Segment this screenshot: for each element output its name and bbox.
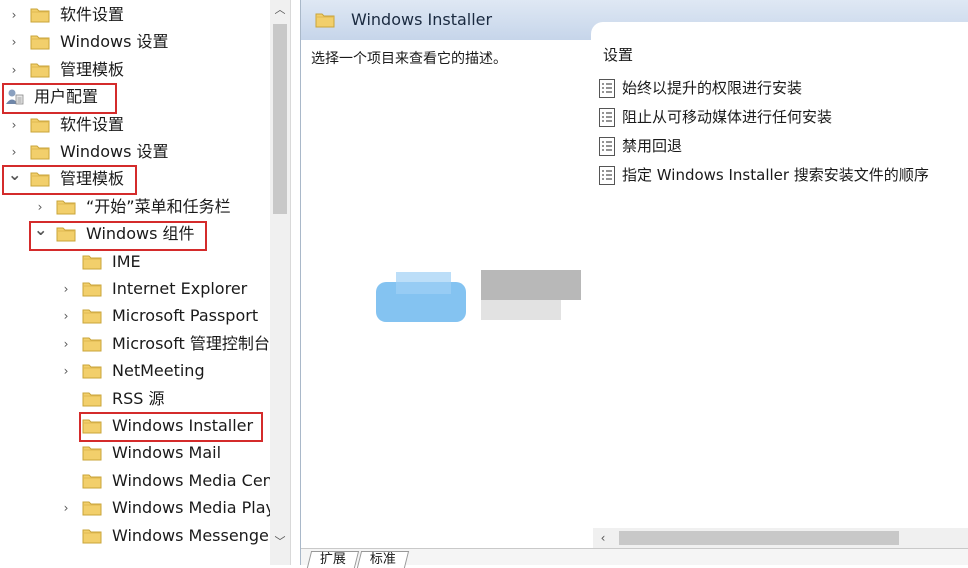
folder-icon: [82, 444, 102, 461]
chevron-right-icon[interactable]: ›: [60, 363, 72, 379]
tree-item-label: 软件设置: [60, 114, 125, 134]
tree-item-label: 软件设置: [60, 5, 125, 24]
policy-setting-icon: [599, 166, 615, 185]
tree-item[interactable]: › Internet Explorer: [0, 276, 270, 303]
tree-item[interactable]: Windows Mail: [0, 440, 270, 467]
setting-item[interactable]: 阻止从可移动媒体进行任何安装: [599, 105, 968, 131]
policy-setting-icon: [599, 108, 615, 127]
folder-icon: [82, 390, 102, 407]
tree-item-label: NetMeeting: [112, 361, 205, 381]
description-text: 选择一个项目来查看它的描述。: [311, 51, 507, 67]
chevron-right-icon[interactable]: ›: [60, 336, 72, 352]
tree-item[interactable]: › 管理模板: [0, 57, 270, 84]
tree-item-label: Microsoft Passport: [112, 306, 259, 326]
folder-icon: [30, 33, 50, 50]
tab-extended[interactable]: 扩展: [306, 551, 360, 568]
tree-item[interactable]: › Microsoft Passport: [0, 303, 270, 330]
tree-item[interactable]: Windows Messenger: [0, 523, 275, 550]
tree-item[interactable]: RSS 源: [0, 386, 270, 413]
tree-item-label: “开始”菜单和任务栏: [86, 196, 231, 216]
settings-horizontal-scrollbar[interactable]: ‹: [593, 528, 968, 548]
tree-item-label: Internet Explorer: [112, 279, 248, 298]
tree-item-label: Windows 设置: [60, 142, 169, 161]
setting-item[interactable]: 始终以提升的权限进行安装: [599, 76, 968, 102]
tree-item[interactable]: › “开始”菜单和任务栏: [0, 194, 270, 221]
folder-icon: [30, 6, 50, 23]
view-tabs: 扩展 标准: [301, 548, 968, 568]
tree-item-label: Windows 设置: [60, 32, 169, 52]
folder-icon: [30, 143, 50, 160]
policy-setting-icon: [599, 79, 615, 98]
highlight-admin-templates: [2, 165, 137, 195]
tree-item[interactable]: › Windows Media Player: [0, 495, 290, 522]
tree-item[interactable]: › Microsoft 管理控制台: [0, 331, 270, 358]
folder-icon: [82, 307, 102, 324]
folder-icon: [30, 61, 50, 78]
tree-item[interactable]: Windows Media Center: [0, 468, 290, 495]
setting-item-label: 指定 Windows Installer 搜索安装文件的顺序: [622, 166, 929, 184]
setting-item-label: 禁用回退: [622, 137, 683, 155]
highlight-windows-installer: [79, 412, 263, 442]
tree-item-label: Microsoft 管理控制台: [112, 333, 270, 353]
chevron-right-icon[interactable]: ›: [8, 62, 20, 78]
chevron-right-icon[interactable]: ›: [60, 308, 72, 324]
navigation-tree: › 软件设置 › Windows 设置 › 管理模板 用户配置 › 软件设置 › Windows 设…: [0, 0, 290, 565]
chevron-right-icon[interactable]: ›: [8, 144, 20, 160]
settings-list: 设置 始终以提升的权限进行安装阻止从可移动媒体进行任何安装 禁用回退指定 Wind…: [593, 38, 968, 528]
chevron-right-icon[interactable]: ›: [34, 199, 46, 215]
folder-icon: [315, 13, 335, 28]
setting-item-label: 始终以提升的权限进行安装: [622, 79, 803, 97]
details-title: Windows Installer: [351, 10, 493, 29]
tree-item-label: Windows Messenger: [112, 525, 276, 545]
settings-column-header[interactable]: 设置: [603, 44, 633, 65]
chevron-right-icon[interactable]: ›: [8, 7, 20, 23]
tree-item-label: 管理模板: [60, 59, 125, 79]
tree-item-label: Windows Media Player: [112, 498, 290, 518]
chevron-right-icon[interactable]: ›: [60, 281, 72, 297]
tree-item-label: RSS 源: [112, 388, 165, 408]
scroll-down-arrow-icon[interactable]: ﹀: [270, 532, 290, 552]
tree-item[interactable]: › Windows 设置: [0, 139, 270, 166]
tree-item[interactable]: › 软件设置: [0, 2, 270, 29]
setting-item[interactable]: 禁用回退: [599, 134, 968, 160]
tree-item[interactable]: › 软件设置: [0, 112, 270, 139]
tab-standard[interactable]: 标准: [356, 551, 410, 568]
folder-icon: [82, 335, 102, 352]
tree-item-label: IME: [112, 251, 141, 271]
tree-scrollbar[interactable]: ︿ ﹀: [270, 0, 290, 565]
chevron-right-icon[interactable]: ›: [8, 34, 20, 50]
folder-icon: [30, 116, 50, 133]
folder-icon: [82, 362, 102, 379]
pane-splitter[interactable]: [290, 0, 300, 565]
tree-item[interactable]: › NetMeeting: [0, 358, 270, 385]
scroll-up-arrow-icon[interactable]: ︿: [270, 0, 290, 20]
scroll-left-arrow-icon[interactable]: ‹: [593, 528, 613, 548]
tree-scroll-thumb[interactable]: [273, 24, 287, 214]
policy-setting-icon: [599, 137, 615, 156]
details-header: Windows Installer: [301, 0, 968, 40]
folder-icon: [82, 253, 102, 270]
highlight-windows-components: [29, 221, 207, 251]
setting-item-label: 阻止从可移动媒体进行任何安装: [622, 108, 833, 126]
folder-icon: [82, 280, 102, 297]
folder-icon: [82, 472, 102, 489]
settings-scroll-thumb[interactable]: [619, 531, 899, 545]
chevron-right-icon[interactable]: ›: [8, 117, 20, 133]
tree-item[interactable]: › Windows 设置: [0, 29, 270, 56]
chevron-right-icon[interactable]: ›: [60, 500, 72, 516]
watermark-logo: [376, 270, 581, 322]
folder-icon: [82, 499, 102, 516]
setting-item[interactable]: 指定 Windows Installer 搜索安装文件的顺序: [599, 163, 968, 189]
folder-icon: [56, 198, 76, 215]
details-pane: Windows Installer 选择一个项目来查看它的描述。 设置 始终以提…: [300, 0, 968, 568]
folder-icon: [82, 527, 102, 544]
tree-item-label: Windows Mail: [112, 443, 222, 463]
tree-item[interactable]: IME: [0, 249, 270, 276]
highlight-user-config: [2, 83, 117, 114]
tree-item-label: Windows Media Center: [112, 470, 290, 490]
